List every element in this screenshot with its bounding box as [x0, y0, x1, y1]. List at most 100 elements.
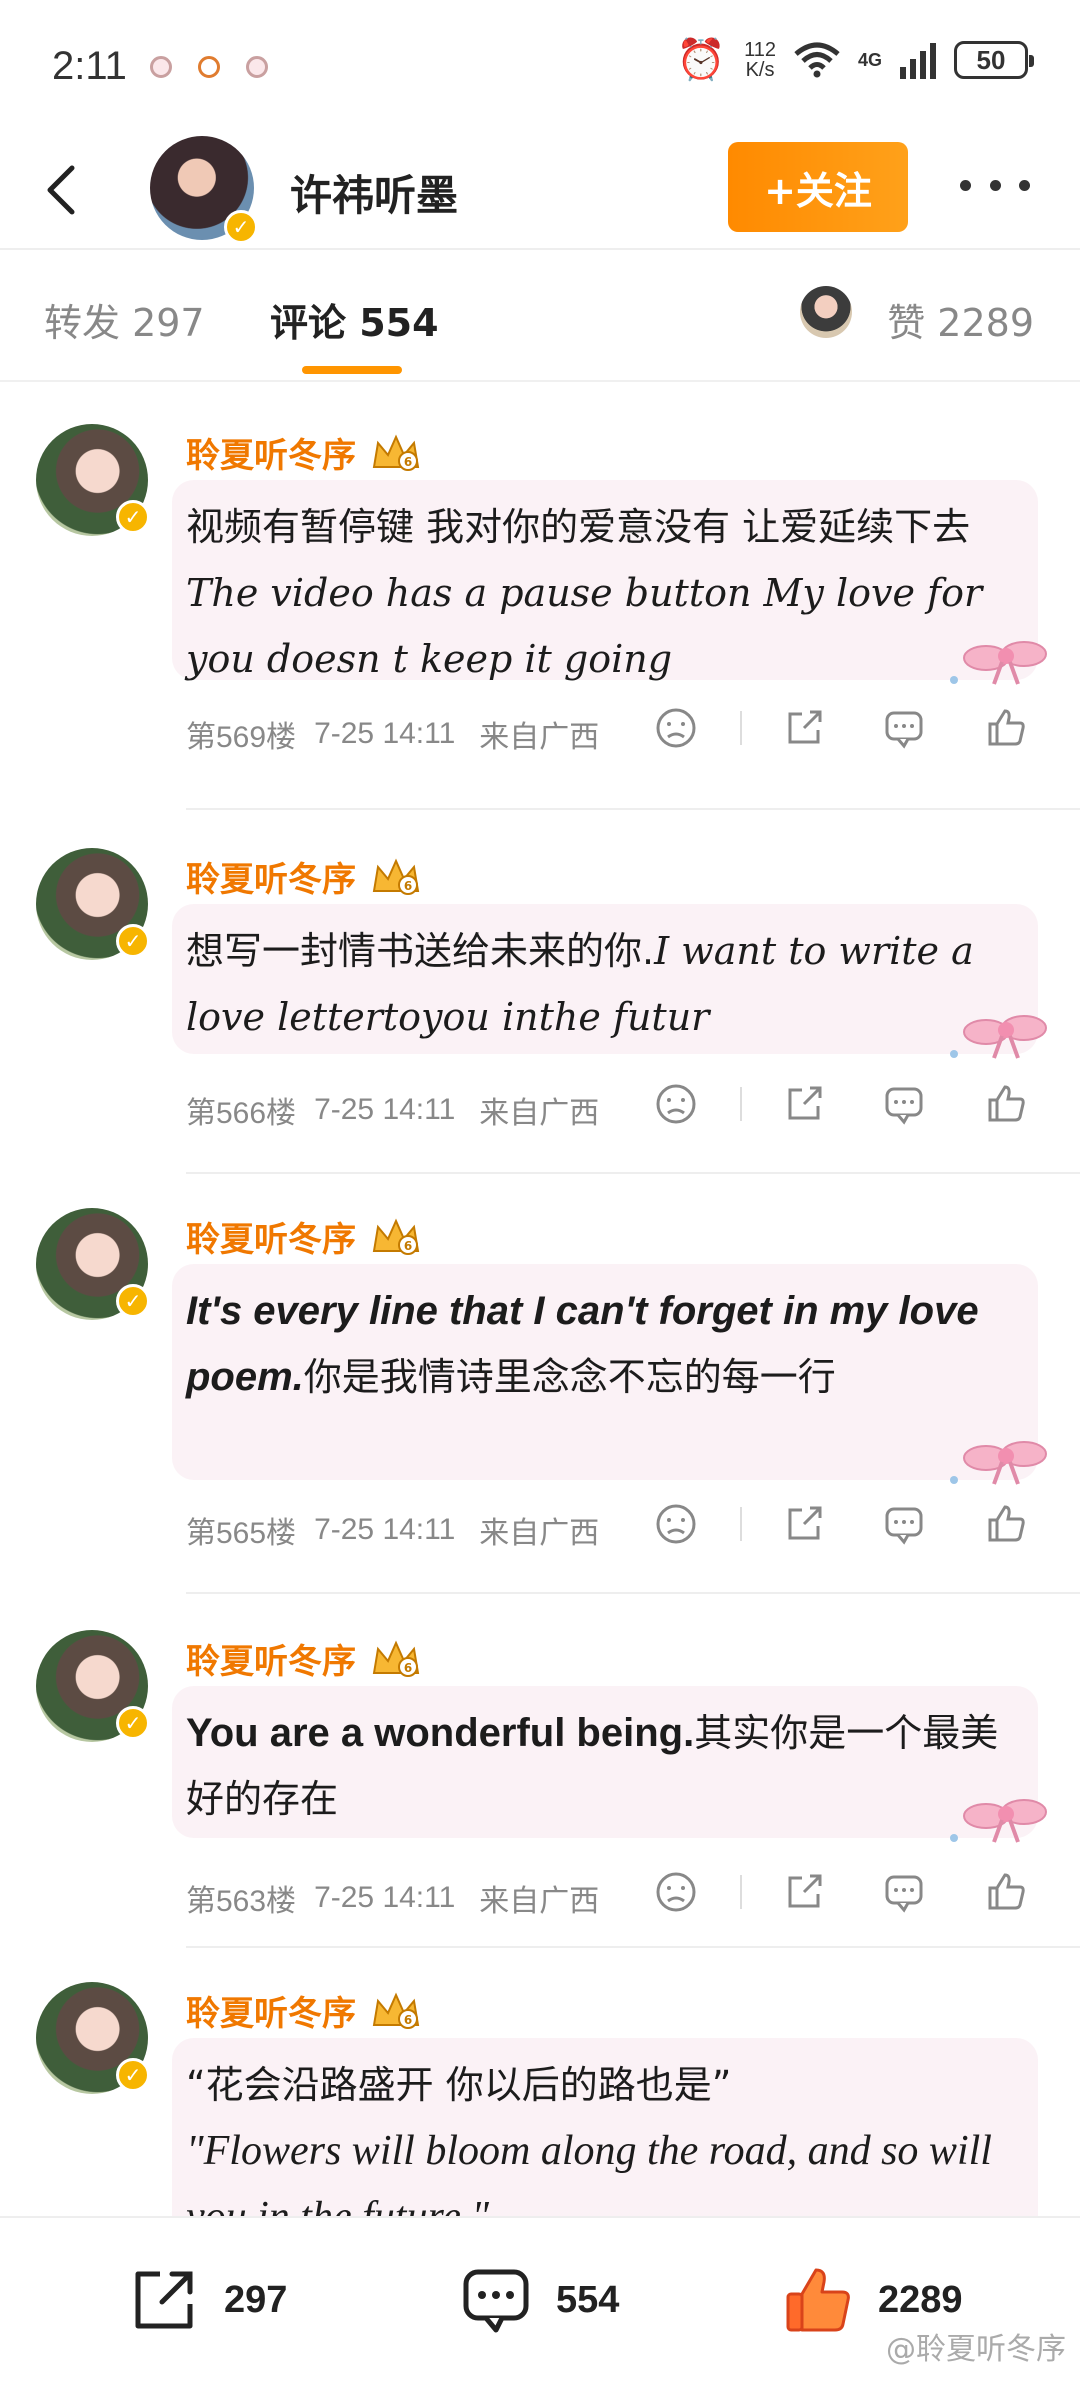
floor-number: 第565楼	[186, 1517, 297, 1550]
back-button[interactable]	[38, 160, 88, 220]
verified-icon: ✓	[116, 500, 150, 534]
bow-sticker-icon	[950, 1799, 1047, 1843]
crown-badge-icon: 6	[372, 1218, 420, 1255]
reply-icon[interactable]	[882, 1502, 926, 1546]
meta-separator	[740, 1087, 742, 1121]
more-dot	[1019, 179, 1030, 191]
comment-text-en: You are a wonderful being.	[186, 1711, 695, 1755]
commenter-name[interactable]: 聆夏听冬序 6	[186, 1986, 422, 2035]
comment-meta: 第563楼 7-25 14:11 来自广西	[186, 1876, 625, 1920]
share-icon	[135, 2271, 193, 2329]
repost-button[interactable]: 297	[126, 2262, 287, 2338]
comment-divider	[186, 1946, 1080, 1948]
dislike-icon[interactable]	[654, 1082, 698, 1126]
commenter-name-text: 聆夏听冬序	[186, 1220, 356, 1260]
svg-text:6: 6	[404, 455, 412, 469]
watermark: @聆夏听冬序	[886, 2332, 1066, 2367]
active-tab-indicator	[302, 366, 402, 374]
comment-location: 来自广西	[479, 1096, 600, 1131]
comment-divider	[186, 1172, 1080, 1174]
share-icon[interactable]	[782, 1870, 826, 1914]
app-notification-icon	[150, 56, 172, 78]
like-icon[interactable]	[984, 1082, 1028, 1126]
author-avatar[interactable]: ✓	[150, 136, 258, 244]
network-type: 4G	[857, 49, 882, 70]
verified-icon: ✓	[116, 2058, 150, 2092]
share-icon[interactable]	[782, 1082, 826, 1126]
commenter-avatar[interactable]: ✓	[36, 1208, 150, 1320]
tab-likes[interactable]: 赞 2289	[887, 292, 1034, 347]
meta-separator	[740, 1507, 742, 1541]
comment-bubble[interactable]: It's every line that I can't forget in m…	[172, 1264, 1047, 1485]
app-notification-icon	[246, 56, 268, 78]
floor-number: 第569楼	[186, 721, 297, 754]
bow-sticker-icon	[950, 1441, 1047, 1485]
follow-button[interactable]: +关注	[728, 142, 908, 232]
reply-icon[interactable]	[882, 1082, 926, 1126]
comment-text-cn: “花会沿路盛开 你以后的路也是”	[186, 2063, 732, 2107]
bottom-action-bar: 297 554 2289 @聆夏听冬序	[0, 2216, 1080, 2388]
floor-number: 第563楼	[186, 1885, 297, 1918]
bow-sticker-icon	[950, 641, 1047, 685]
comment-location: 来自广西	[479, 720, 600, 755]
comment-location: 来自广西	[479, 1884, 600, 1919]
verified-icon: ✓	[224, 210, 258, 244]
status-right: ⏰ 112 K/s 4G 50	[676, 37, 1034, 83]
commenter-name[interactable]: 聆夏听冬序 6	[186, 1212, 422, 1261]
commenter-avatar[interactable]: ✓	[36, 1982, 150, 2094]
notification-icons	[150, 56, 268, 78]
battery-icon: 50	[954, 41, 1034, 79]
dislike-icon[interactable]	[654, 1870, 698, 1914]
meta-separator	[740, 1875, 742, 1909]
meta-separator	[740, 711, 742, 745]
comment-bubble[interactable]: You are a wonderful being.其实你是⼀个最美好的存在	[172, 1686, 1047, 1843]
crown-badge-icon: 6	[372, 1640, 420, 1677]
comment-text-en: The video has a pause button My love for…	[186, 571, 983, 681]
comment-bubble[interactable]: 想写⼀封情书送给未来的你.I want to write a love lett…	[172, 904, 1047, 1059]
tab-comments[interactable]: 评论 554	[270, 292, 439, 347]
commenter-avatar[interactable]: ✓	[36, 848, 150, 960]
detail-tabs: 转发 297 评论 554 赞 2289	[0, 252, 1080, 382]
comment-time: 7-25 14:11	[314, 1513, 456, 1546]
comment-time: 7-25 14:11	[314, 1881, 456, 1914]
commenter-name[interactable]: 聆夏听冬序 6	[186, 1634, 422, 1683]
net-speed-unit: K/s	[745, 59, 775, 81]
share-icon[interactable]	[782, 1502, 826, 1546]
reply-icon[interactable]	[882, 706, 926, 750]
net-speed-value: 112	[744, 39, 776, 61]
alarm-icon: ⏰	[676, 37, 727, 83]
commenter-name[interactable]: 聆夏听冬序 6	[186, 428, 422, 477]
dislike-icon[interactable]	[654, 1502, 698, 1546]
status-bar: 2:11 ⏰ 112 K/s 4G 50	[0, 0, 1080, 130]
comment-count: 554	[556, 2278, 620, 2321]
comment-bubble[interactable]: 视频有暂停键 我对你的爱意没有 让爱延续下去 The video has a p…	[172, 480, 1047, 685]
share-icon[interactable]	[782, 706, 826, 750]
page-header: ✓ 许祎听墨 +关注	[0, 130, 1080, 250]
like-icon[interactable]	[984, 1870, 1028, 1914]
status-time: 2:11	[52, 44, 127, 88]
comment-text-cn: 视频有暂停键 我对你的爱意没有 让爱延续下去	[186, 505, 971, 549]
author-name[interactable]: 许祎听墨	[290, 162, 458, 223]
more-dot	[960, 179, 971, 191]
signal-icon	[900, 41, 936, 79]
comment-icon	[463, 2269, 529, 2333]
commenter-name[interactable]: 聆夏听冬序 6	[186, 852, 422, 901]
commenter-avatar[interactable]: ✓	[36, 1630, 150, 1742]
comment-divider	[186, 1592, 1080, 1594]
comment-button[interactable]: 554	[458, 2262, 619, 2338]
comment-meta: 第566楼 7-25 14:11 来自广西	[186, 1088, 625, 1132]
like-icon[interactable]	[984, 706, 1028, 750]
like-icon[interactable]	[984, 1502, 1028, 1546]
tab-repost[interactable]: 转发 297	[44, 292, 205, 347]
svg-text:6: 6	[404, 1661, 412, 1675]
commenter-avatar[interactable]: ✓	[36, 424, 150, 536]
commenter-name-text: 聆夏听冬序	[186, 860, 356, 900]
comment-time: 7-25 14:11	[314, 1093, 456, 1126]
verified-icon: ✓	[116, 924, 150, 958]
crown-badge-icon: 6	[372, 434, 420, 471]
reply-icon[interactable]	[882, 1870, 926, 1914]
commenter-name-text: 聆夏听冬序	[186, 1642, 356, 1682]
dislike-icon[interactable]	[654, 706, 698, 750]
bow-sticker-icon	[950, 1015, 1047, 1059]
more-options-button[interactable]	[960, 170, 1030, 200]
